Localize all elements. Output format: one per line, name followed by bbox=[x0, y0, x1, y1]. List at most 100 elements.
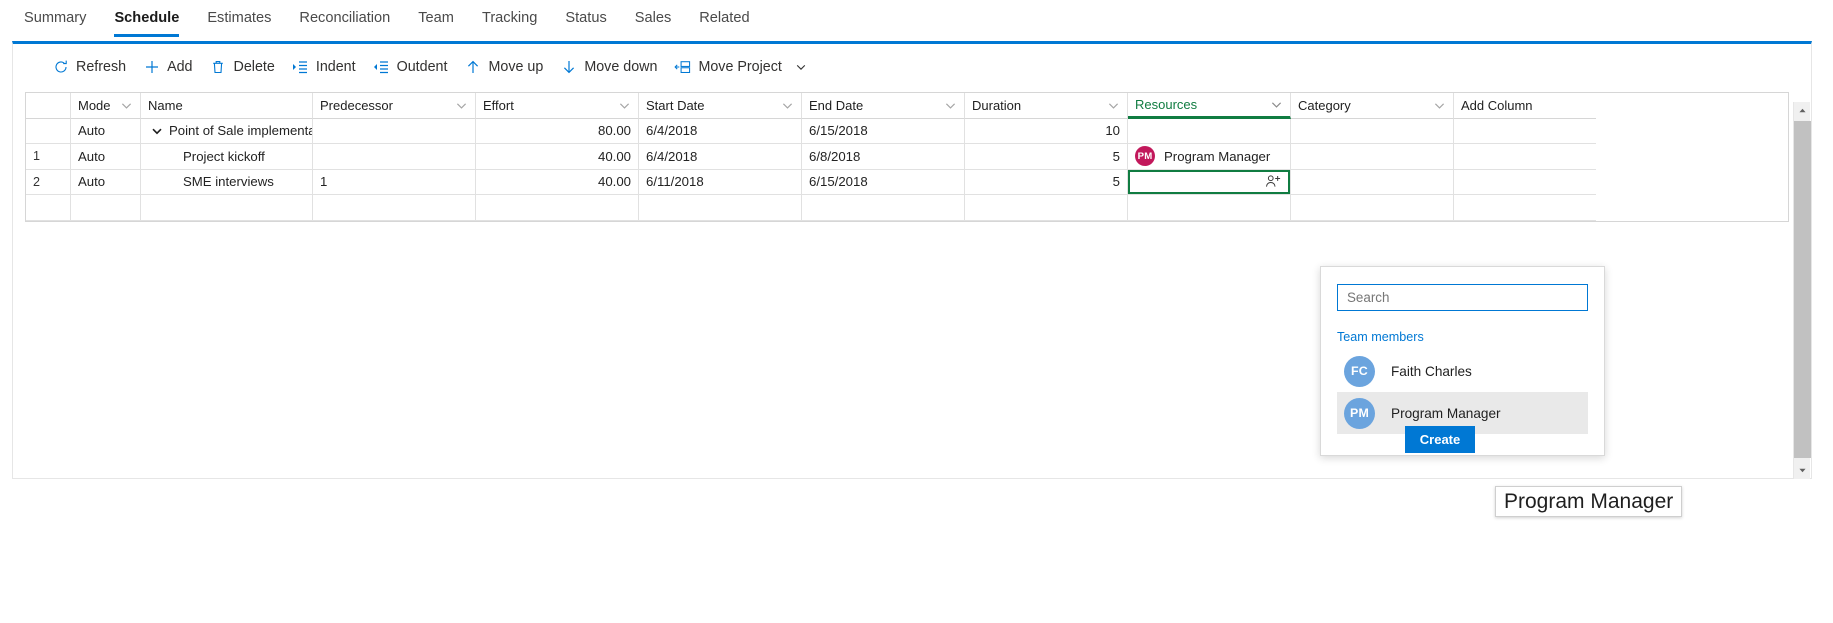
chevron-down-icon[interactable] bbox=[455, 99, 468, 112]
chevron-down-icon[interactable] bbox=[120, 99, 133, 112]
table-row[interactable]: Auto Point of Sale implementati 80.00 6/… bbox=[26, 118, 1788, 144]
tab-estimates[interactable]: Estimates bbox=[193, 0, 285, 41]
cell-category[interactable] bbox=[1291, 169, 1454, 195]
search-input[interactable] bbox=[1337, 284, 1588, 311]
cell-predecessor[interactable]: 1 bbox=[313, 169, 476, 195]
cell-effort[interactable]: 40.00 bbox=[476, 144, 639, 170]
tab-team[interactable]: Team bbox=[404, 0, 468, 41]
cell-add-column bbox=[1454, 169, 1596, 195]
column-label: End Date bbox=[809, 97, 864, 113]
column-header-category[interactable]: Category bbox=[1291, 93, 1454, 119]
cell-mode[interactable]: Auto bbox=[71, 169, 141, 195]
cell-effort[interactable]: 40.00 bbox=[476, 169, 639, 195]
cell-start-date[interactable]: 6/11/2018 bbox=[639, 169, 802, 195]
cell-resources[interactable] bbox=[1128, 195, 1291, 221]
chevron-down-icon[interactable] bbox=[151, 125, 163, 137]
chevron-down-icon[interactable] bbox=[795, 61, 808, 74]
tab-summary[interactable]: Summary bbox=[10, 0, 100, 41]
row-index bbox=[26, 118, 71, 144]
table-row[interactable]: 1 Auto Project kickoff 40.00 6/4/2018 6/… bbox=[26, 144, 1788, 170]
scrollbar-thumb[interactable] bbox=[1794, 121, 1811, 458]
cell-resources[interactable]: PM Program Manager bbox=[1128, 144, 1291, 170]
resource-picker-flyout: Team members FC Faith Charles PM Program… bbox=[1320, 266, 1605, 456]
chevron-down-icon[interactable] bbox=[944, 99, 957, 112]
cell-duration[interactable]: 5 bbox=[965, 144, 1128, 170]
tab-tracking[interactable]: Tracking bbox=[468, 0, 551, 41]
column-header-predecessor[interactable]: Predecessor bbox=[313, 93, 476, 119]
tab-schedule[interactable]: Schedule bbox=[100, 0, 193, 41]
cell-predecessor[interactable] bbox=[313, 195, 476, 221]
move-project-button[interactable]: Move Project bbox=[668, 54, 818, 81]
tab-status[interactable]: Status bbox=[551, 0, 620, 41]
create-button[interactable]: Create bbox=[1405, 426, 1475, 453]
column-header-duration[interactable]: Duration bbox=[965, 93, 1128, 119]
cell-resources-editor[interactable] bbox=[1128, 169, 1291, 195]
cell-name[interactable]: SME interviews bbox=[141, 169, 313, 195]
chevron-down-icon[interactable] bbox=[1433, 99, 1446, 112]
outdent-icon bbox=[373, 59, 390, 76]
column-header-name[interactable]: Name bbox=[141, 93, 313, 119]
cell-start-date[interactable]: 6/4/2018 bbox=[639, 118, 802, 144]
indent-label: Indent bbox=[315, 59, 356, 75]
cell-mode[interactable]: Auto bbox=[71, 118, 141, 144]
column-header-effort[interactable]: Effort bbox=[476, 93, 639, 119]
column-header-end-date[interactable]: End Date bbox=[802, 93, 965, 119]
move-down-button[interactable]: Move down bbox=[554, 54, 668, 81]
move-up-button[interactable]: Move up bbox=[458, 54, 554, 81]
vertical-scrollbar[interactable] bbox=[1793, 102, 1811, 479]
grid-command-bar: Refresh Add Delete Indent Outdent Move u… bbox=[13, 47, 1811, 87]
cell-start-date[interactable] bbox=[639, 195, 802, 221]
scroll-down-arrow-icon[interactable] bbox=[1794, 462, 1811, 479]
chevron-down-icon[interactable] bbox=[781, 99, 794, 112]
column-header-mode[interactable]: Mode bbox=[71, 93, 141, 119]
cell-name[interactable]: Point of Sale implementati bbox=[141, 118, 313, 144]
cell-duration[interactable]: 10 bbox=[965, 118, 1128, 144]
scroll-up-arrow-icon[interactable] bbox=[1794, 102, 1811, 119]
tab-reconciliation[interactable]: Reconciliation bbox=[285, 0, 404, 41]
cell-mode[interactable] bbox=[71, 195, 141, 221]
table-row[interactable]: 2 Auto SME interviews 1 40.00 6/11/2018 … bbox=[26, 169, 1788, 195]
chevron-down-icon[interactable] bbox=[1107, 99, 1120, 112]
indent-button[interactable]: Indent bbox=[286, 54, 367, 81]
delete-button[interactable]: Delete bbox=[204, 54, 286, 81]
cell-effort[interactable]: 80.00 bbox=[476, 118, 639, 144]
cell-category[interactable] bbox=[1291, 118, 1454, 144]
cell-add-column bbox=[1454, 144, 1596, 170]
cell-duration[interactable]: 5 bbox=[965, 169, 1128, 195]
refresh-button[interactable]: Refresh bbox=[46, 54, 137, 81]
cell-value: 80.00 bbox=[597, 123, 631, 139]
cell-resources[interactable] bbox=[1128, 118, 1291, 144]
column-header-resources[interactable]: Resources bbox=[1128, 93, 1291, 119]
cell-end-date[interactable]: 6/15/2018 bbox=[802, 169, 965, 195]
cell-mode[interactable]: Auto bbox=[71, 144, 141, 170]
table-row-new[interactable] bbox=[26, 195, 1788, 221]
cell-category[interactable] bbox=[1291, 195, 1454, 221]
tab-sales[interactable]: Sales bbox=[621, 0, 686, 41]
cell-start-date[interactable]: 6/4/2018 bbox=[639, 144, 802, 170]
list-item[interactable]: FC Faith Charles bbox=[1337, 350, 1588, 392]
grid-header-row: Mode Name Predecessor Effort Start Date bbox=[26, 93, 1788, 119]
tab-related[interactable]: Related bbox=[685, 0, 763, 41]
outdent-button[interactable]: Outdent bbox=[367, 54, 459, 81]
chevron-down-icon[interactable] bbox=[618, 99, 631, 112]
cell-name[interactable]: Project kickoff bbox=[141, 144, 313, 170]
tab-label: Sales bbox=[634, 10, 672, 26]
column-header-start-date[interactable]: Start Date bbox=[639, 93, 802, 119]
cell-end-date[interactable]: 6/8/2018 bbox=[802, 144, 965, 170]
cell-value: 1 bbox=[320, 174, 328, 190]
cell-end-date[interactable] bbox=[802, 195, 965, 221]
column-header-add-column[interactable]: Add Column bbox=[1454, 93, 1596, 119]
cell-value: 6/15/2018 bbox=[809, 174, 868, 190]
arrow-down-icon bbox=[560, 59, 577, 76]
cell-name[interactable] bbox=[141, 195, 313, 221]
cell-predecessor[interactable] bbox=[313, 144, 476, 170]
add-person-icon[interactable] bbox=[1265, 173, 1282, 190]
cell-category[interactable] bbox=[1291, 144, 1454, 170]
cell-predecessor[interactable] bbox=[313, 118, 476, 144]
member-name: Program Manager bbox=[1391, 405, 1501, 421]
cell-end-date[interactable]: 6/15/2018 bbox=[802, 118, 965, 144]
add-button[interactable]: Add bbox=[137, 54, 203, 81]
cell-effort[interactable] bbox=[476, 195, 639, 221]
chevron-down-icon[interactable] bbox=[1270, 98, 1283, 111]
cell-duration[interactable] bbox=[965, 195, 1128, 221]
